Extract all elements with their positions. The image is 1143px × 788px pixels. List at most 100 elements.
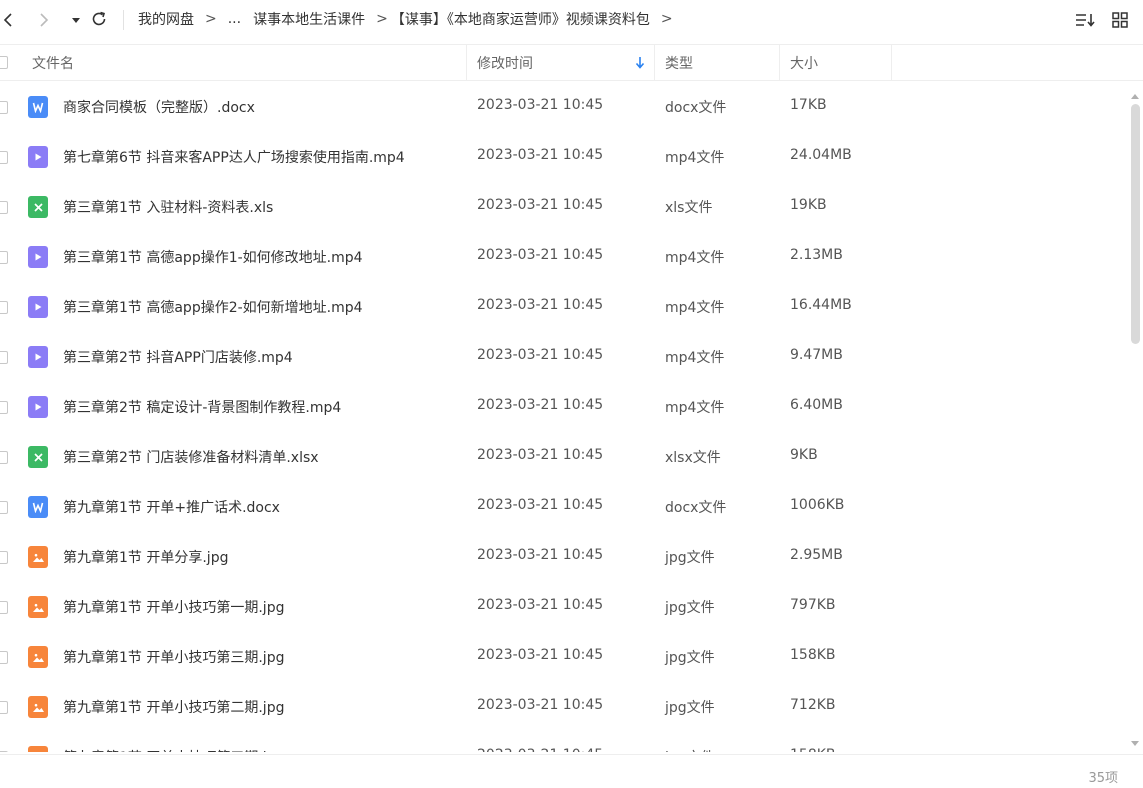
table-row[interactable]: 第九章第1节 开单分享.jpg 2023-03-21 10:45 jpg文件 2.95… — [0, 532, 1128, 582]
column-divider[interactable] — [891, 45, 892, 81]
scroll-up-arrow-icon[interactable] — [1130, 88, 1140, 99]
file-name[interactable]: 第九章第1节 开单小技巧第二期.jpg — [63, 697, 284, 717]
file-type: docx文件 — [665, 100, 727, 116]
table-row[interactable]: 第九章第1节 开单小技巧第一期.jpg 2023-03-21 10:45 jpg文件… — [0, 582, 1128, 632]
file-size: 2.13MB — [790, 247, 843, 263]
excel-icon — [28, 196, 48, 218]
refresh-icon[interactable] — [87, 7, 111, 31]
file-name[interactable]: 第九章第1节 开单小技巧第三期.jpg — [63, 647, 284, 667]
grid-view-icon[interactable] — [1108, 8, 1132, 32]
row-checkbox[interactable] — [0, 551, 8, 564]
scrollbar-thumb[interactable] — [1131, 104, 1140, 344]
file-name[interactable]: 第三章第1节 入驻材料-资料表.xls — [63, 197, 273, 217]
table-row[interactable]: 第三章第1节 高德app操作2-如何新增地址.mp4 2023-03-21 10:… — [0, 282, 1128, 332]
file-type: jpg文件 — [665, 700, 715, 716]
breadcrumb-ellipsis[interactable]: ... — [228, 11, 241, 27]
table-row[interactable]: 第七章第6节 抖音来客APP达人广场搜索使用指南.mp4 2023-03-21 1… — [0, 132, 1128, 182]
sort-descending-icon[interactable] — [634, 45, 646, 81]
row-checkbox[interactable] — [0, 101, 8, 114]
file-name[interactable]: 第九章第1节 开单小技巧第五期.jpg — [63, 747, 284, 752]
file-name[interactable]: 第九章第1节 开单小技巧第一期.jpg — [63, 597, 284, 617]
row-checkbox[interactable] — [0, 601, 8, 614]
file-modified-time: 2023-03-21 10:45 — [477, 97, 604, 113]
row-checkbox[interactable] — [0, 701, 8, 714]
column-name[interactable]: 文件名 — [32, 45, 74, 81]
column-size[interactable]: 大小 — [790, 45, 818, 81]
table-row[interactable]: 第三章第2节 抖音APP门店装修.mp4 2023-03-21 10:45 mp4文… — [0, 332, 1128, 382]
table-row[interactable]: 第三章第1节 高德app操作1-如何修改地址.mp4 2023-03-21 10:… — [0, 232, 1128, 282]
file-size: 797KB — [790, 597, 836, 613]
table-row[interactable]: 第九章第1节 开单小技巧第二期.jpg 2023-03-21 10:45 jpg文件… — [0, 682, 1128, 732]
file-name[interactable]: 商家合同模板（完整版）.docx — [63, 97, 255, 117]
row-checkbox[interactable] — [0, 201, 8, 214]
file-size: 1006KB — [790, 497, 845, 513]
breadcrumb-separator: > — [660, 11, 673, 27]
table-row[interactable]: 第九章第1节 开单+推广话术.docx 2023-03-21 10:45 docx文… — [0, 482, 1128, 532]
table-row[interactable]: 商家合同模板（完整版）.docx 2023-03-21 10:45 docx文件 17… — [0, 82, 1128, 132]
breadcrumb-my-drive[interactable]: 我的网盘 — [138, 9, 194, 29]
file-size: 2.95MB — [790, 547, 843, 563]
image-icon — [28, 546, 48, 568]
video-icon — [28, 346, 48, 368]
row-checkbox[interactable] — [0, 351, 8, 364]
row-checkbox[interactable] — [0, 401, 8, 414]
table-row[interactable]: 第三章第1节 入驻材料-资料表.xls 2023-03-21 10:45 xls文件… — [0, 182, 1128, 232]
file-type: xls文件 — [665, 200, 713, 216]
file-size: 9KB — [790, 447, 818, 463]
file-size: 16.44MB — [790, 297, 852, 313]
file-type: mp4文件 — [665, 250, 725, 266]
breadcrumb-current-folder[interactable]: 【谋事】《本地商家运营师》视频课资料包 — [391, 9, 650, 29]
file-name[interactable]: 第三章第2节 稿定设计-背景图制作教程.mp4 — [63, 397, 341, 417]
word-icon — [28, 496, 48, 518]
file-modified-time: 2023-03-21 10:45 — [477, 647, 604, 663]
column-divider[interactable] — [654, 45, 655, 81]
video-icon — [28, 246, 48, 268]
column-modified[interactable]: 修改时间 — [477, 45, 533, 81]
row-checkbox[interactable] — [0, 151, 8, 164]
row-checkbox[interactable] — [0, 501, 8, 514]
forward-arrow-icon[interactable] — [32, 8, 56, 32]
file-size: 158KB — [790, 647, 836, 663]
file-size: 9.47MB — [790, 347, 843, 363]
file-type: mp4文件 — [665, 300, 725, 316]
file-name[interactable]: 第三章第1节 高德app操作1-如何修改地址.mp4 — [63, 247, 363, 267]
image-icon — [28, 596, 48, 618]
row-checkbox[interactable] — [0, 451, 8, 464]
sort-icon[interactable] — [1073, 8, 1097, 32]
table-row[interactable]: 第九章第1节 开单小技巧第三期.jpg 2023-03-21 10:45 jpg文件… — [0, 632, 1128, 682]
image-icon — [28, 746, 48, 752]
file-size: 6.40MB — [790, 397, 843, 413]
file-name[interactable]: 第三章第1节 高德app操作2-如何新增地址.mp4 — [63, 297, 363, 317]
table-row[interactable]: 第三章第2节 稿定设计-背景图制作教程.mp4 2023-03-21 10:45 m… — [0, 382, 1128, 432]
file-type: mp4文件 — [665, 150, 725, 166]
history-dropdown-icon[interactable] — [64, 8, 88, 32]
table-row[interactable]: 第三章第2节 门店装修准备材料清单.xlsx 2023-03-21 10:45 xl… — [0, 432, 1128, 482]
column-header: 文件名 修改时间 类型 大小 — [0, 44, 1143, 81]
column-divider[interactable] — [779, 45, 780, 81]
column-type[interactable]: 类型 — [665, 45, 693, 81]
file-name[interactable]: 第九章第1节 开单分享.jpg — [63, 547, 228, 567]
table-row[interactable]: 第九章第1节 开单小技巧第五期.jpg 2023-03-21 10:45 jpg文件… — [0, 732, 1128, 752]
file-modified-time: 2023-03-21 10:45 — [477, 497, 604, 513]
select-all-checkbox[interactable] — [0, 56, 8, 69]
back-arrow-icon[interactable] — [0, 8, 20, 32]
row-checkbox[interactable] — [0, 751, 8, 752]
file-name[interactable]: 第三章第2节 抖音APP门店装修.mp4 — [63, 347, 293, 367]
file-type: mp4文件 — [665, 350, 725, 366]
file-name[interactable]: 第九章第1节 开单+推广话术.docx — [63, 497, 280, 517]
file-name[interactable]: 第三章第2节 门店装修准备材料清单.xlsx — [63, 447, 319, 467]
row-checkbox[interactable] — [0, 651, 8, 664]
row-checkbox[interactable] — [0, 251, 8, 264]
file-size: 19KB — [790, 197, 827, 213]
scroll-down-arrow-icon[interactable] — [1130, 736, 1140, 746]
status-bar: 35项 — [0, 754, 1143, 788]
row-checkbox[interactable] — [0, 301, 8, 314]
file-modified-time: 2023-03-21 10:45 — [477, 597, 604, 613]
file-name[interactable]: 第七章第6节 抖音来客APP达人广场搜索使用指南.mp4 — [63, 147, 405, 167]
breadcrumb-separator: > — [376, 11, 388, 27]
breadcrumb-course-folder[interactable]: 谋事本地生活课件 — [253, 9, 365, 29]
file-size: 158KB — [790, 747, 836, 752]
column-divider[interactable] — [466, 45, 467, 81]
breadcrumb: 我的网盘 > ... 谋事本地生活课件 > 【谋事】《本地商家运营师》视频课资料… — [138, 9, 684, 29]
video-icon — [28, 296, 48, 318]
